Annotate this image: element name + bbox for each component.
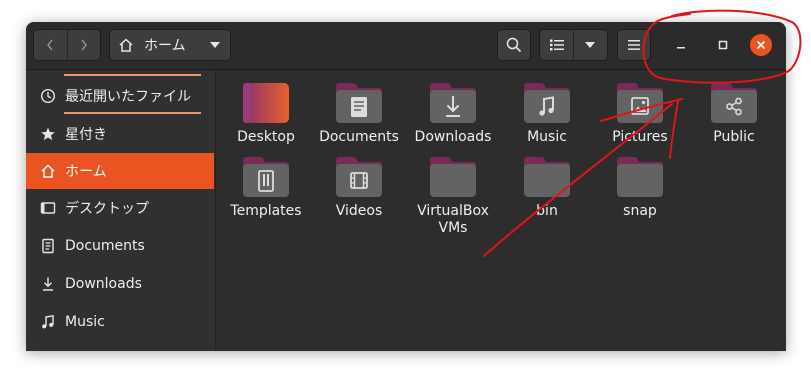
file-item-label: Templates	[230, 203, 302, 219]
file-item-documents[interactable]: Documents	[312, 82, 406, 146]
share-folder-icon	[711, 83, 757, 123]
file-item-label: Downloads	[414, 129, 492, 145]
download-folder-icon	[430, 83, 476, 123]
chevron-left-icon	[47, 39, 53, 51]
recent-highlight-bottom	[64, 112, 201, 114]
view-options	[539, 29, 608, 61]
file-item-videos[interactable]: Videos	[312, 156, 406, 220]
sidebar-item-label: Documents	[65, 238, 145, 254]
file-item-label: Pictures	[612, 129, 668, 145]
sidebar: 最近開いたファイル 星付き ホーム デスクトップ Documents Downl…	[26, 70, 216, 351]
clock-icon	[39, 88, 57, 104]
desktop-icon	[39, 200, 57, 216]
music-icon	[39, 314, 57, 330]
home-icon	[39, 163, 57, 179]
file-item-label: snap	[623, 203, 657, 219]
file-item-label: Music	[527, 129, 567, 145]
music-folder-icon	[524, 83, 570, 123]
sidebar-item-label: Downloads	[65, 276, 142, 292]
minimize-icon	[677, 47, 685, 49]
forward-button[interactable]	[67, 30, 100, 60]
video-folder-icon	[336, 157, 382, 197]
path-bar-home[interactable]: ホーム	[109, 29, 231, 61]
sidebar-item-desktop[interactable]: デスクトップ	[26, 190, 214, 226]
sidebar-item-label: Music	[65, 314, 105, 330]
file-item-virtualbox-vms[interactable]: VirtualBox VMs	[406, 156, 500, 237]
hamburger-menu-icon	[628, 40, 640, 50]
document-folder-icon	[336, 83, 382, 123]
file-item-bin[interactable]: bin	[500, 156, 594, 220]
pictures-folder-icon	[617, 83, 663, 123]
sidebar-item-documents[interactable]: Documents	[26, 228, 214, 264]
header-bar: ホーム	[26, 22, 786, 70]
maximize-button[interactable]	[712, 34, 734, 56]
sidebar-item-downloads[interactable]: Downloads	[26, 266, 214, 302]
file-item-label: Documents	[319, 129, 399, 145]
file-item-pictures[interactable]: Pictures	[593, 82, 687, 146]
desktop-folder-icon	[243, 83, 289, 123]
chevron-down-icon	[585, 42, 596, 48]
view-dropdown-button[interactable]	[574, 30, 607, 60]
sidebar-item-recent[interactable]: 最近開いたファイル	[26, 78, 214, 114]
star-icon	[39, 126, 57, 142]
recent-highlight-top	[64, 74, 201, 76]
main-menu-button[interactable]	[617, 29, 651, 61]
list-view-icon	[549, 39, 564, 51]
file-item-label: bin	[536, 203, 558, 219]
chevron-down-icon	[210, 42, 220, 48]
file-item-snap[interactable]: snap	[593, 156, 687, 220]
sidebar-item-label: ホーム	[65, 164, 107, 180]
sidebar-item-starred[interactable]: 星付き	[26, 116, 214, 152]
home-icon	[119, 38, 133, 52]
sidebar-item-music[interactable]: Music	[26, 304, 214, 340]
navigation-buttons	[33, 29, 101, 61]
file-manager-window: ホーム 最近開いたファイル 星付き ホーム デスクトップ Documents D…	[26, 22, 786, 351]
sidebar-item-home[interactable]: ホーム	[26, 153, 214, 189]
file-item-music[interactable]: Music	[500, 82, 594, 146]
folder-icon	[524, 157, 570, 197]
download-icon	[39, 276, 57, 292]
templates-folder-icon	[243, 157, 289, 197]
file-item-desktop[interactable]: Desktop	[219, 82, 313, 146]
list-view-button[interactable]	[540, 30, 573, 60]
file-grid: Desktop Documents Downloads Music Pictur…	[216, 70, 786, 351]
sidebar-item-label: 星付き	[65, 127, 107, 143]
file-item-label: Videos	[335, 203, 383, 219]
sidebar-item-label: デスクトップ	[65, 201, 149, 217]
minimize-button[interactable]	[670, 34, 692, 56]
close-icon	[756, 40, 766, 50]
file-item-label: Desktop	[237, 129, 295, 145]
search-button[interactable]	[497, 29, 531, 61]
search-icon	[506, 37, 522, 53]
maximize-icon	[718, 40, 728, 50]
document-icon	[39, 238, 57, 254]
close-button[interactable]	[750, 34, 772, 56]
file-item-label: Public	[713, 129, 755, 145]
file-item-public[interactable]: Public	[687, 82, 781, 146]
file-item-downloads[interactable]: Downloads	[406, 82, 500, 146]
chevron-right-icon	[81, 39, 87, 51]
path-label: ホーム	[144, 38, 186, 54]
file-item-templates[interactable]: Templates	[219, 156, 313, 220]
back-button[interactable]	[34, 30, 67, 60]
folder-icon	[617, 157, 663, 197]
folder-icon	[430, 157, 476, 197]
file-item-label: VirtualBox VMs	[417, 203, 489, 236]
sidebar-item-label: 最近開いたファイル	[65, 89, 191, 105]
